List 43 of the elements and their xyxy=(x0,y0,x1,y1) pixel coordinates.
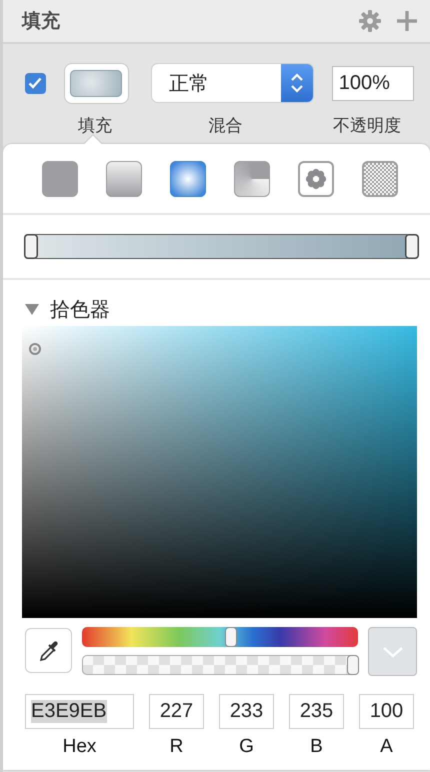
presets-button[interactable] xyxy=(368,627,417,676)
channel-field[interactable]: 233 xyxy=(219,694,274,729)
field-label: R xyxy=(170,736,184,758)
channel-field[interactable]: 100 xyxy=(359,694,414,729)
gradient-stop[interactable] xyxy=(405,234,419,259)
field-label: 填充 xyxy=(77,117,114,136)
hue-slider[interactable] xyxy=(82,627,358,647)
disclosure-triangle-icon[interactable] xyxy=(24,302,40,316)
alpha-slider[interactable] xyxy=(82,655,358,675)
channel-field[interactable]: 227 xyxy=(149,694,204,729)
slider-thumb[interactable] xyxy=(348,656,358,674)
slider-thumb[interactable] xyxy=(226,628,236,646)
add-icon[interactable] xyxy=(396,10,418,32)
eyedropper-button[interactable] xyxy=(25,628,72,673)
solid-fill-button[interactable] xyxy=(42,161,78,197)
color-field[interactable] xyxy=(22,326,417,618)
linear-fill-button[interactable] xyxy=(106,161,142,197)
radial-fill-button[interactable] xyxy=(170,161,206,197)
chevron-down-icon xyxy=(382,646,404,658)
field-label: 不透明度 xyxy=(332,117,402,136)
checkmark-icon xyxy=(28,77,42,89)
field-label: A xyxy=(380,736,393,758)
color-handle[interactable] xyxy=(29,343,41,355)
field-label: G xyxy=(239,736,254,758)
flower-icon xyxy=(304,167,328,191)
field-label: B xyxy=(310,736,323,758)
section-title: 拾色器 xyxy=(50,298,110,322)
fill-swatch[interactable] xyxy=(64,64,128,102)
checkbox[interactable] xyxy=(25,72,46,94)
stepper-icon xyxy=(290,71,304,95)
settings-icon[interactable] xyxy=(358,9,382,33)
panel-title: 填充 xyxy=(22,10,60,34)
opacity-field[interactable]: 100% xyxy=(332,66,414,100)
hex-field[interactable]: E3E9EB xyxy=(25,694,134,729)
blend-mode-select[interactable]: 正常 xyxy=(152,64,313,102)
pattern-fill-button[interactable] xyxy=(298,161,334,197)
gradient-bar[interactable] xyxy=(24,234,419,259)
gradient-stop[interactable] xyxy=(24,234,38,259)
channel-field[interactable]: 235 xyxy=(289,694,344,729)
field-label: Hex xyxy=(62,736,96,758)
angular-fill-button[interactable] xyxy=(234,161,270,197)
field-label: 混合 xyxy=(208,117,244,136)
noise-fill-button[interactable] xyxy=(362,161,398,197)
